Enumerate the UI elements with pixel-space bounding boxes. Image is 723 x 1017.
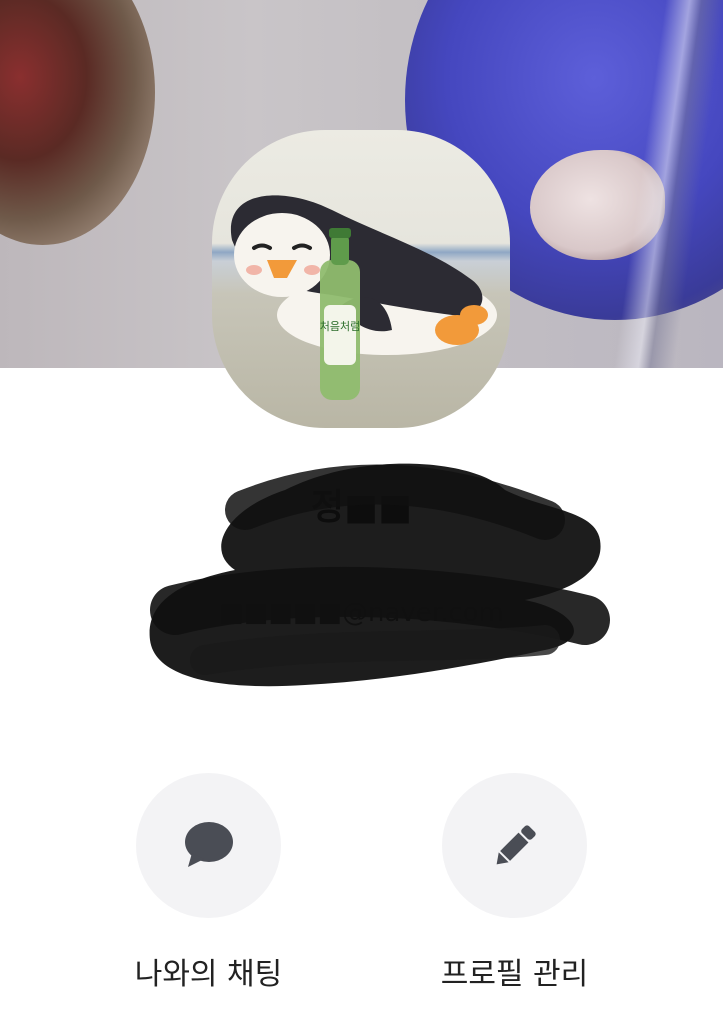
my-chat-button[interactable]	[136, 773, 281, 918]
pencil-icon	[496, 824, 536, 864]
profile-manage-action[interactable]: 프로필 관리	[441, 773, 588, 992]
profile-email: ■■■■■@naver.com	[219, 598, 504, 628]
profile-avatar[interactable]: 처음처럼	[212, 130, 510, 428]
profile-manage-button[interactable]	[442, 773, 587, 918]
bottle-label: 처음처럼	[320, 320, 360, 333]
my-chat-label: 나와의 채팅	[134, 957, 283, 992]
cover-glass-plate	[0, 0, 155, 245]
my-chat-action[interactable]: 나와의 채팅	[135, 773, 282, 992]
profile-manage-label: 프로필 관리	[440, 957, 589, 992]
profile-name: 정■■	[310, 487, 413, 528]
penguin-avatar-image: 처음처럼	[230, 195, 497, 400]
chat-bubble-icon	[184, 821, 233, 867]
